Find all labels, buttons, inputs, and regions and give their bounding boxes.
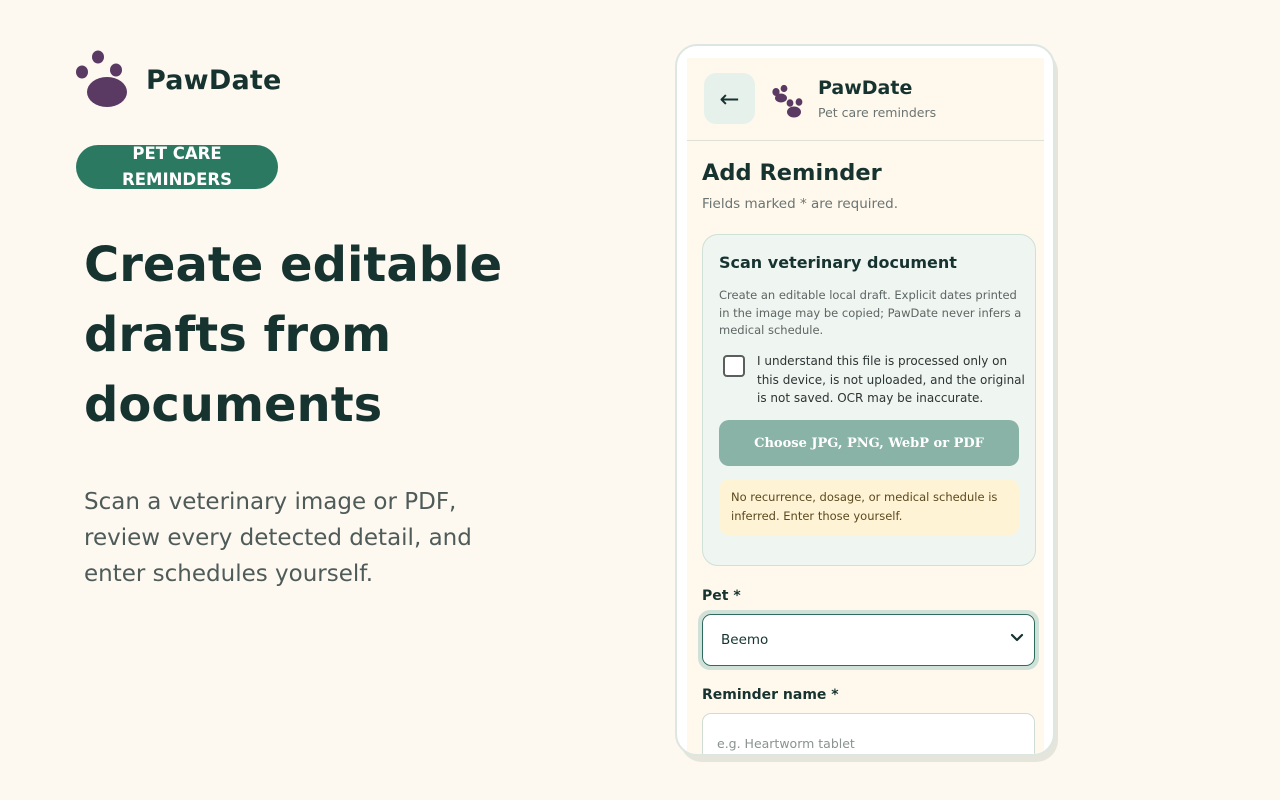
pet-label: Pet * xyxy=(702,588,741,604)
chevron-down-icon xyxy=(1010,633,1024,642)
inference-notice: No recurrence, dosage, or medical schedu… xyxy=(719,479,1019,535)
scan-card-description: Create an editable local draft. Explicit… xyxy=(719,288,1022,337)
consent-checkbox[interactable] xyxy=(723,355,745,377)
form-title: Add Reminder xyxy=(702,160,882,186)
brand: PawDate xyxy=(74,50,281,110)
choose-file-button[interactable]: Choose JPG, PNG, WebP or PDF xyxy=(719,420,1019,466)
brand-name: PawDate xyxy=(146,64,282,96)
phone-frame: ← PawDate Pet care reminders Add Reminde… xyxy=(675,44,1055,756)
scan-document-card: Scan veterinary document Create an edita… xyxy=(702,234,1036,566)
paw-icon xyxy=(772,85,803,118)
hero-headline: Create editable drafts from documents xyxy=(84,237,503,433)
hero-subtext: Scan a veterinary image or PDF, review e… xyxy=(84,489,472,587)
app-title: PawDate xyxy=(818,77,913,99)
consent-label[interactable]: I understand this file is processed only… xyxy=(757,352,1027,408)
pet-select-value: Beemo xyxy=(721,632,769,648)
app-screen: ← PawDate Pet care reminders Add Reminde… xyxy=(687,58,1044,754)
category-badge: PET CARE REMINDERS xyxy=(76,144,278,189)
back-button[interactable]: ← xyxy=(704,73,755,124)
arrow-left-icon: ← xyxy=(719,84,740,113)
reminder-name-input[interactable] xyxy=(702,713,1035,754)
pet-select[interactable]: Beemo xyxy=(702,614,1035,666)
scan-card-title: Scan veterinary document xyxy=(719,253,957,272)
reminder-name-label: Reminder name * xyxy=(702,687,839,703)
required-hint: Fields marked * are required. xyxy=(702,196,898,212)
app-header: ← PawDate Pet care reminders xyxy=(687,58,1044,141)
paw-icon xyxy=(76,50,127,107)
app-subtitle: Pet care reminders xyxy=(818,105,937,120)
